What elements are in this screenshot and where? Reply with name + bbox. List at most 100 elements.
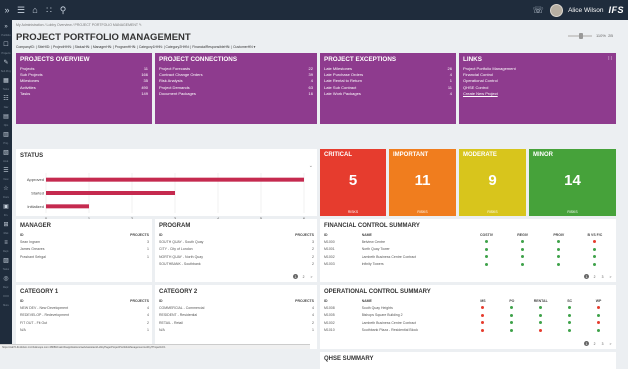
sidebar-item-label[interactable]: Projects bbox=[0, 51, 12, 56]
program-page-button[interactable]: 2 bbox=[301, 274, 306, 279]
financial-row[interactable]: M1002 Lambeth Business Centre Contract bbox=[324, 253, 613, 261]
manager-row[interactable]: James Greaves 1 bbox=[20, 246, 149, 254]
financial-page-button[interactable]: > bbox=[608, 274, 613, 279]
apps-grid-icon[interactable]: ∷ bbox=[42, 5, 56, 16]
status-dot-icon bbox=[485, 262, 489, 266]
sidebar-item-icon[interactable]: ☷ bbox=[0, 92, 12, 105]
expand-icon[interactable]: » bbox=[0, 5, 14, 15]
sidebar-item-icon[interactable]: ▦ bbox=[0, 74, 12, 87]
link-item[interactable]: Create New Project bbox=[463, 91, 612, 97]
sidebar-item-label[interactable]: More bbox=[0, 303, 12, 308]
category2-row[interactable]: COMMERCIAL - Commercial 4 bbox=[159, 304, 314, 312]
project-exceptions-label[interactable]: Late Work Packages bbox=[324, 91, 361, 97]
financial-row[interactable]: M1001 North Quay Tower bbox=[324, 246, 613, 254]
sidebar-item-icon[interactable]: ◎ bbox=[0, 272, 12, 285]
status-dot-icon bbox=[481, 313, 485, 317]
operational-page-button[interactable]: 1 bbox=[584, 341, 589, 346]
zoom-extra[interactable]: 2B bbox=[608, 33, 613, 38]
category1-row[interactable]: FIT OUT - Fit Out 2 bbox=[20, 319, 149, 327]
grid-icon[interactable]: ∷ bbox=[608, 55, 612, 62]
sidebar-item-icon[interactable]: ☆ bbox=[0, 182, 12, 195]
manager-row[interactable]: Sean Ingram 3 bbox=[20, 238, 149, 246]
home-icon[interactable]: ⌂ bbox=[28, 5, 42, 15]
manager-count: 3 bbox=[147, 239, 149, 244]
financial-indicator-cell bbox=[505, 255, 541, 259]
top-bar: » ☰ ⌂ ∷ ⚲ ☏ Alice Wilson IFS bbox=[0, 0, 628, 20]
sidebar-item-label[interactable]: Portfolio bbox=[0, 33, 12, 38]
financial-page-button[interactable]: 1 bbox=[584, 274, 589, 279]
risk-critical-tile[interactable]: CRITICAL 5 RISKS bbox=[320, 149, 386, 216]
operational-page-button[interactable]: 3 bbox=[600, 341, 605, 346]
category2-row[interactable]: N/A 1 bbox=[159, 327, 314, 335]
projects-overview-panel: PROJECTS OVERVIEW Projects 11 Sub Projects… bbox=[16, 53, 152, 124]
status-title: STATUS bbox=[20, 153, 44, 159]
phone-icon[interactable]: ☏ bbox=[531, 5, 545, 16]
program-row[interactable]: SOUTHBANK - Southbank 2 bbox=[159, 261, 314, 269]
program-row[interactable]: SOUTH QUAY - South Quay 3 bbox=[159, 238, 314, 246]
operational-row[interactable]: M1008 South Quay Heights bbox=[324, 304, 613, 312]
sidebar-item-icon[interactable]: ☐ bbox=[0, 38, 12, 51]
manager-row[interactable]: Prashant Sehgal 1 bbox=[20, 253, 149, 261]
sidebar-item-icon[interactable]: ✎ bbox=[0, 56, 12, 69]
sidebar-item-icon[interactable]: ▣ bbox=[0, 200, 12, 213]
category1-row[interactable]: REDEVELOP - Redevelopment 4 bbox=[20, 312, 149, 320]
program-page-button[interactable]: > bbox=[309, 274, 314, 279]
project-exceptions-row[interactable]: Late Work Packages 4 bbox=[324, 91, 452, 97]
category2-row[interactable]: RETAIL - Retail 2 bbox=[159, 319, 314, 327]
operational-row[interactable]: M1002 Lambeth Business Centre Contract bbox=[324, 319, 613, 327]
risk-minor-tile[interactable]: MINOR 14 RISKS bbox=[529, 149, 616, 216]
zoom-slider-handle[interactable] bbox=[579, 33, 583, 39]
sidebar-item-icon[interactable]: ≡ bbox=[0, 236, 12, 249]
status-dot-icon bbox=[521, 255, 525, 259]
sidebar-item-icon[interactable]: ▤ bbox=[0, 110, 12, 123]
operational-page-button[interactable]: > bbox=[608, 341, 613, 346]
financial-col: PROIV bbox=[553, 233, 565, 237]
projects-overview-row[interactable]: Tasks 149 bbox=[20, 91, 148, 97]
breadcrumb-text[interactable]: My Administration / Lobby Overview / PRO… bbox=[16, 23, 138, 27]
program-page-button[interactable]: 1 bbox=[293, 274, 298, 279]
operational-page-button[interactable]: 2 bbox=[592, 341, 597, 346]
project-connections-label[interactable]: Document Packages bbox=[159, 91, 196, 97]
operational-indicator-cell bbox=[555, 321, 584, 325]
risk-moderate-tile[interactable]: MODERATE 9 RISKS bbox=[459, 149, 526, 216]
search-icon[interactable]: ⚲ bbox=[56, 5, 70, 16]
project-connections-row[interactable]: Document Packages 16 bbox=[159, 91, 313, 97]
sidebar-item-icon[interactable]: ☰ bbox=[0, 164, 12, 177]
financial-page-button[interactable]: 2 bbox=[592, 274, 597, 279]
sidebar-item-label[interactable]: Sub Proj. bbox=[0, 69, 12, 74]
page-filters[interactable]: CompanyID: | SiteHID: | ProjectHHN: | St… bbox=[16, 45, 255, 49]
sidebar-item-icon[interactable]: ▨ bbox=[0, 254, 12, 267]
status-bar[interactable] bbox=[46, 191, 175, 195]
sidebar-item-icon[interactable]: ▥ bbox=[0, 128, 12, 141]
sidebar-item-icon[interactable]: ⋯ bbox=[0, 290, 12, 303]
status-bar[interactable] bbox=[46, 204, 89, 209]
manager-table: ID PROJECTS Sean Ingram 3 James Greaves 1 Pra… bbox=[20, 232, 149, 261]
category1-row[interactable]: NEW DEV - New Development 4 bbox=[20, 304, 149, 312]
financial-table: ID NAME COSTIV REGIV PROIV B VS F/C M1000 Belv… bbox=[324, 232, 613, 268]
status-dot-icon bbox=[593, 240, 597, 244]
sidebar-item-icon[interactable]: » bbox=[0, 20, 12, 33]
financial-col: NAME bbox=[361, 233, 372, 237]
status-dot-icon bbox=[521, 247, 525, 251]
operational-indicator-cell bbox=[497, 306, 526, 310]
financial-row[interactable]: M1003 Infinity Towers bbox=[324, 261, 613, 269]
projects-overview-label[interactable]: Tasks bbox=[20, 91, 30, 97]
user-name[interactable]: Alice Wilson bbox=[568, 7, 603, 14]
filters-text[interactable]: CompanyID: | SiteHID: | ProjectHHN: | St… bbox=[16, 45, 253, 49]
operational-row[interactable]: M1005 Bishops Square Building 2 bbox=[324, 312, 613, 320]
menu-icon[interactable]: ☰ bbox=[14, 5, 28, 16]
operational-row[interactable]: M1010 Southbank Plaza - Residential Block bbox=[324, 327, 613, 335]
status-bar[interactable] bbox=[46, 177, 304, 182]
avatar[interactable] bbox=[550, 3, 564, 17]
category1-row[interactable]: N/A 1 bbox=[20, 327, 149, 335]
program-row[interactable]: NORTH QUAY - North Quay 2 bbox=[159, 253, 314, 261]
financial-page-button[interactable]: 3 bbox=[600, 274, 605, 279]
zoom-slider[interactable] bbox=[568, 33, 592, 39]
program-row[interactable]: CITY - City of London 2 bbox=[159, 246, 314, 254]
sidebar-item-icon[interactable]: ⊞ bbox=[0, 218, 12, 231]
risk-important-tile[interactable]: IMPORTANT 11 RISKS bbox=[389, 149, 456, 216]
financial-indicator-cell bbox=[577, 247, 613, 251]
category2-row[interactable]: RESIDENT - Residential 4 bbox=[159, 312, 314, 320]
sidebar-item-icon[interactable]: ▧ bbox=[0, 146, 12, 159]
financial-row[interactable]: M1000 Belview Centre bbox=[324, 238, 613, 246]
